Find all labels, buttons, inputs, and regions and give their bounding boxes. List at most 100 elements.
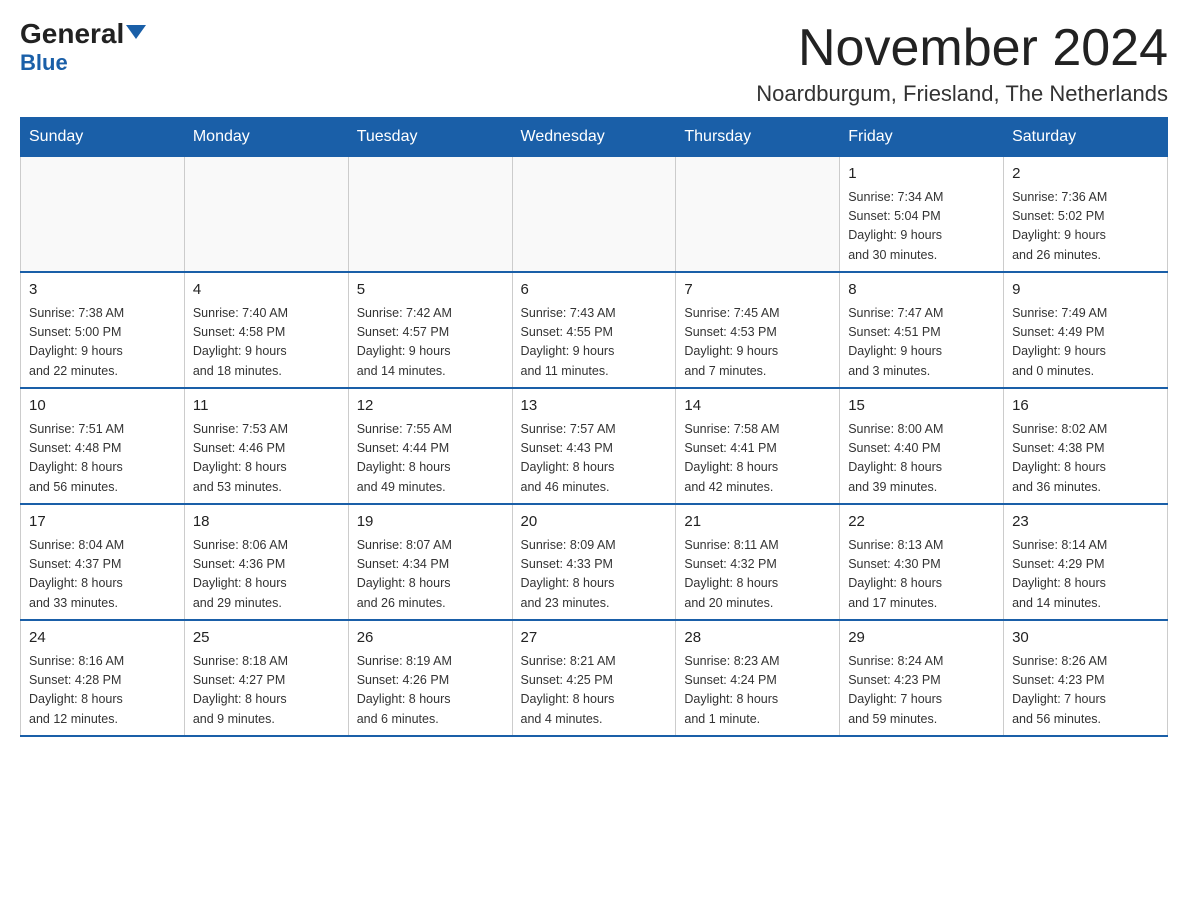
calendar-week-2: 3Sunrise: 7:38 AM Sunset: 5:00 PM Daylig… [21, 272, 1168, 388]
calendar-cell: 5Sunrise: 7:42 AM Sunset: 4:57 PM Daylig… [348, 272, 512, 388]
day-info: Sunrise: 7:36 AM Sunset: 5:02 PM Dayligh… [1012, 188, 1159, 266]
day-info: Sunrise: 7:58 AM Sunset: 4:41 PM Dayligh… [684, 420, 831, 498]
calendar-cell: 4Sunrise: 7:40 AM Sunset: 4:58 PM Daylig… [184, 272, 348, 388]
day-info: Sunrise: 7:49 AM Sunset: 4:49 PM Dayligh… [1012, 304, 1159, 382]
header-day-wednesday: Wednesday [512, 118, 676, 157]
day-info: Sunrise: 8:11 AM Sunset: 4:32 PM Dayligh… [684, 536, 831, 614]
day-number: 21 [684, 511, 831, 534]
calendar-cell: 16Sunrise: 8:02 AM Sunset: 4:38 PM Dayli… [1004, 388, 1168, 504]
day-number: 15 [848, 395, 995, 418]
day-number: 5 [357, 279, 504, 302]
calendar-cell: 21Sunrise: 8:11 AM Sunset: 4:32 PM Dayli… [676, 504, 840, 620]
title-area: November 2024 Noardburgum, Friesland, Th… [756, 20, 1168, 107]
month-title: November 2024 [756, 20, 1168, 77]
day-number: 2 [1012, 163, 1159, 186]
day-info: Sunrise: 8:18 AM Sunset: 4:27 PM Dayligh… [193, 652, 340, 730]
calendar-cell: 7Sunrise: 7:45 AM Sunset: 4:53 PM Daylig… [676, 272, 840, 388]
calendar-week-5: 24Sunrise: 8:16 AM Sunset: 4:28 PM Dayli… [21, 620, 1168, 736]
day-number: 28 [684, 627, 831, 650]
day-number: 4 [193, 279, 340, 302]
day-info: Sunrise: 7:47 AM Sunset: 4:51 PM Dayligh… [848, 304, 995, 382]
calendar-cell: 20Sunrise: 8:09 AM Sunset: 4:33 PM Dayli… [512, 504, 676, 620]
calendar-header: SundayMondayTuesdayWednesdayThursdayFrid… [21, 118, 1168, 157]
calendar-cell: 6Sunrise: 7:43 AM Sunset: 4:55 PM Daylig… [512, 272, 676, 388]
calendar-cell: 14Sunrise: 7:58 AM Sunset: 4:41 PM Dayli… [676, 388, 840, 504]
calendar-cell: 27Sunrise: 8:21 AM Sunset: 4:25 PM Dayli… [512, 620, 676, 736]
calendar-cell: 24Sunrise: 8:16 AM Sunset: 4:28 PM Dayli… [21, 620, 185, 736]
calendar-cell: 29Sunrise: 8:24 AM Sunset: 4:23 PM Dayli… [840, 620, 1004, 736]
day-number: 22 [848, 511, 995, 534]
header-day-saturday: Saturday [1004, 118, 1168, 157]
day-info: Sunrise: 8:07 AM Sunset: 4:34 PM Dayligh… [357, 536, 504, 614]
calendar-week-3: 10Sunrise: 7:51 AM Sunset: 4:48 PM Dayli… [21, 388, 1168, 504]
day-info: Sunrise: 8:14 AM Sunset: 4:29 PM Dayligh… [1012, 536, 1159, 614]
day-number: 6 [521, 279, 668, 302]
logo: General Blue [20, 20, 146, 76]
header-day-sunday: Sunday [21, 118, 185, 157]
day-info: Sunrise: 8:09 AM Sunset: 4:33 PM Dayligh… [521, 536, 668, 614]
day-number: 19 [357, 511, 504, 534]
day-info: Sunrise: 8:26 AM Sunset: 4:23 PM Dayligh… [1012, 652, 1159, 730]
day-number: 20 [521, 511, 668, 534]
day-number: 8 [848, 279, 995, 302]
calendar-cell: 12Sunrise: 7:55 AM Sunset: 4:44 PM Dayli… [348, 388, 512, 504]
calendar-cell: 1Sunrise: 7:34 AM Sunset: 5:04 PM Daylig… [840, 157, 1004, 273]
day-number: 25 [193, 627, 340, 650]
calendar-cell: 15Sunrise: 8:00 AM Sunset: 4:40 PM Dayli… [840, 388, 1004, 504]
calendar-cell: 9Sunrise: 7:49 AM Sunset: 4:49 PM Daylig… [1004, 272, 1168, 388]
day-number: 27 [521, 627, 668, 650]
day-info: Sunrise: 7:53 AM Sunset: 4:46 PM Dayligh… [193, 420, 340, 498]
calendar-cell: 18Sunrise: 8:06 AM Sunset: 4:36 PM Dayli… [184, 504, 348, 620]
day-info: Sunrise: 7:40 AM Sunset: 4:58 PM Dayligh… [193, 304, 340, 382]
day-number: 24 [29, 627, 176, 650]
day-number: 12 [357, 395, 504, 418]
location-subtitle: Noardburgum, Friesland, The Netherlands [756, 81, 1168, 107]
day-info: Sunrise: 7:43 AM Sunset: 4:55 PM Dayligh… [521, 304, 668, 382]
header-day-friday: Friday [840, 118, 1004, 157]
day-info: Sunrise: 8:21 AM Sunset: 4:25 PM Dayligh… [521, 652, 668, 730]
calendar-cell: 2Sunrise: 7:36 AM Sunset: 5:02 PM Daylig… [1004, 157, 1168, 273]
calendar-cell: 17Sunrise: 8:04 AM Sunset: 4:37 PM Dayli… [21, 504, 185, 620]
calendar-cell: 3Sunrise: 7:38 AM Sunset: 5:00 PM Daylig… [21, 272, 185, 388]
day-number: 30 [1012, 627, 1159, 650]
day-number: 7 [684, 279, 831, 302]
day-info: Sunrise: 8:04 AM Sunset: 4:37 PM Dayligh… [29, 536, 176, 614]
day-info: Sunrise: 8:13 AM Sunset: 4:30 PM Dayligh… [848, 536, 995, 614]
day-info: Sunrise: 7:34 AM Sunset: 5:04 PM Dayligh… [848, 188, 995, 266]
calendar-cell [512, 157, 676, 273]
calendar-cell: 25Sunrise: 8:18 AM Sunset: 4:27 PM Dayli… [184, 620, 348, 736]
day-info: Sunrise: 8:24 AM Sunset: 4:23 PM Dayligh… [848, 652, 995, 730]
calendar-week-4: 17Sunrise: 8:04 AM Sunset: 4:37 PM Dayli… [21, 504, 1168, 620]
day-info: Sunrise: 8:00 AM Sunset: 4:40 PM Dayligh… [848, 420, 995, 498]
day-number: 17 [29, 511, 176, 534]
day-info: Sunrise: 8:06 AM Sunset: 4:36 PM Dayligh… [193, 536, 340, 614]
day-number: 13 [521, 395, 668, 418]
header-day-tuesday: Tuesday [348, 118, 512, 157]
header-row: SundayMondayTuesdayWednesdayThursdayFrid… [21, 118, 1168, 157]
calendar-cell: 23Sunrise: 8:14 AM Sunset: 4:29 PM Dayli… [1004, 504, 1168, 620]
calendar-cell: 13Sunrise: 7:57 AM Sunset: 4:43 PM Dayli… [512, 388, 676, 504]
logo-text-line1: General [20, 20, 146, 48]
calendar-cell: 26Sunrise: 8:19 AM Sunset: 4:26 PM Dayli… [348, 620, 512, 736]
header-day-thursday: Thursday [676, 118, 840, 157]
day-number: 9 [1012, 279, 1159, 302]
day-info: Sunrise: 8:02 AM Sunset: 4:38 PM Dayligh… [1012, 420, 1159, 498]
calendar-cell: 8Sunrise: 7:47 AM Sunset: 4:51 PM Daylig… [840, 272, 1004, 388]
calendar-cell [21, 157, 185, 273]
calendar-cell [676, 157, 840, 273]
day-number: 23 [1012, 511, 1159, 534]
day-info: Sunrise: 8:16 AM Sunset: 4:28 PM Dayligh… [29, 652, 176, 730]
day-info: Sunrise: 7:42 AM Sunset: 4:57 PM Dayligh… [357, 304, 504, 382]
day-info: Sunrise: 8:19 AM Sunset: 4:26 PM Dayligh… [357, 652, 504, 730]
day-info: Sunrise: 8:23 AM Sunset: 4:24 PM Dayligh… [684, 652, 831, 730]
calendar-cell: 30Sunrise: 8:26 AM Sunset: 4:23 PM Dayli… [1004, 620, 1168, 736]
calendar-cell: 19Sunrise: 8:07 AM Sunset: 4:34 PM Dayli… [348, 504, 512, 620]
day-info: Sunrise: 7:45 AM Sunset: 4:53 PM Dayligh… [684, 304, 831, 382]
day-info: Sunrise: 7:57 AM Sunset: 4:43 PM Dayligh… [521, 420, 668, 498]
calendar-table: SundayMondayTuesdayWednesdayThursdayFrid… [20, 117, 1168, 737]
logo-text-line2: Blue [20, 50, 68, 76]
day-number: 1 [848, 163, 995, 186]
day-number: 29 [848, 627, 995, 650]
day-number: 26 [357, 627, 504, 650]
day-number: 16 [1012, 395, 1159, 418]
